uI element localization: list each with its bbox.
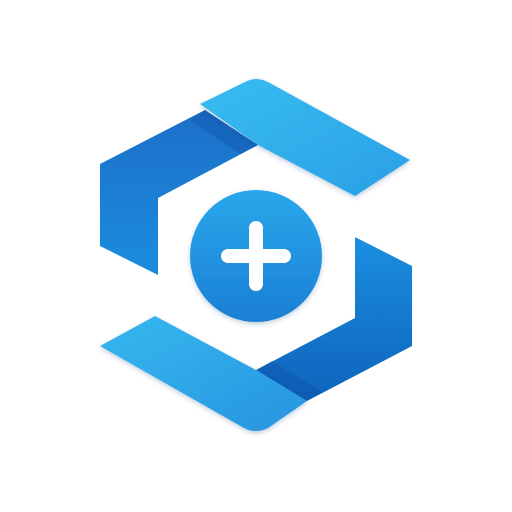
- hexagon-plus-icon: [100, 79, 412, 431]
- plus-icon-vertical: [249, 221, 263, 291]
- plus-badge: [190, 190, 322, 322]
- app-icon-canvas: [0, 0, 512, 512]
